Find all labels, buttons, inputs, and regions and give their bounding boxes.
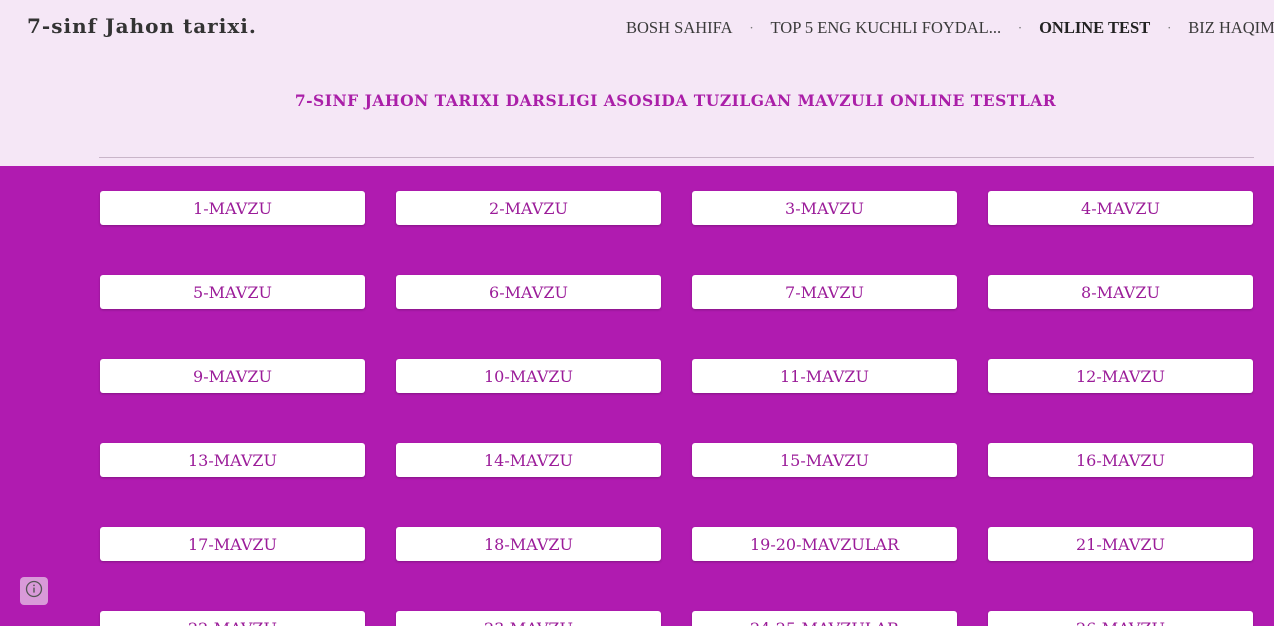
topics-section: 1-MAVZU 2-MAVZU 3-MAVZU 4-MAVZU 5-MAVZU 6-MAV…: [0, 166, 1274, 626]
topic-button[interactable]: 22-MAVZU: [100, 611, 365, 626]
top-nav: BOSH SAHIFA · TOP 5 ENG KUCHLI FOYDAL...…: [626, 18, 1274, 40]
site-title[interactable]: 7-sinf Jahon tarixi.: [27, 14, 257, 38]
nav-separator: ·: [1167, 21, 1172, 35]
topic-button[interactable]: 10-MAVZU: [396, 359, 661, 393]
topic-button[interactable]: 17-MAVZU: [100, 527, 365, 561]
topic-button[interactable]: 13-MAVZU: [100, 443, 365, 477]
topics-grid: 1-MAVZU 2-MAVZU 3-MAVZU 4-MAVZU 5-MAVZU 6-MAV…: [0, 166, 1274, 626]
nav-item-biz-haqimizda[interactable]: BIZ HAQIMIZDA: [1188, 18, 1274, 38]
topic-button[interactable]: 5-MAVZU: [100, 275, 365, 309]
topic-button[interactable]: 14-MAVZU: [396, 443, 661, 477]
page-heading: 7-SINF JAHON TARIXI DARSLIGI ASOSIDA TUZ…: [294, 91, 1057, 110]
topic-button[interactable]: 9-MAVZU: [100, 359, 365, 393]
topic-button[interactable]: 19-20-MAVZULAR: [692, 527, 957, 561]
topic-button[interactable]: 7-MAVZU: [692, 275, 957, 309]
topic-button[interactable]: 6-MAVZU: [396, 275, 661, 309]
topic-button[interactable]: 15-MAVZU: [692, 443, 957, 477]
nav-item-bosh-sahifa[interactable]: BOSH SAHIFA: [626, 18, 733, 38]
topic-button[interactable]: 18-MAVZU: [396, 527, 661, 561]
topic-button[interactable]: 23-MAVZU: [396, 611, 661, 626]
topic-button[interactable]: 4-MAVZU: [988, 191, 1253, 225]
topic-button[interactable]: 24-25-MAVZULAR: [692, 611, 957, 626]
nav-item-top-5[interactable]: TOP 5 ENG KUCHLI FOYDAL...: [771, 18, 1002, 38]
topic-button[interactable]: 12-MAVZU: [988, 359, 1253, 393]
info-icon: [25, 580, 43, 602]
topic-button[interactable]: 11-MAVZU: [692, 359, 957, 393]
topic-button[interactable]: 16-MAVZU: [988, 443, 1253, 477]
topic-button[interactable]: 3-MAVZU: [692, 191, 957, 225]
topic-button[interactable]: 2-MAVZU: [396, 191, 661, 225]
nav-item-online-test[interactable]: ONLINE TEST: [1039, 18, 1150, 38]
topic-button[interactable]: 21-MAVZU: [988, 527, 1253, 561]
topic-button[interactable]: 1-MAVZU: [100, 191, 365, 225]
nav-separator: ·: [1018, 21, 1022, 35]
divider: [99, 157, 1254, 158]
info-button[interactable]: [20, 577, 48, 605]
topic-button[interactable]: 8-MAVZU: [988, 275, 1253, 309]
nav-separator: ·: [749, 21, 754, 35]
topic-button[interactable]: 26-MAVZU: [988, 611, 1253, 626]
scrollbar[interactable]: [1270, 166, 1274, 626]
